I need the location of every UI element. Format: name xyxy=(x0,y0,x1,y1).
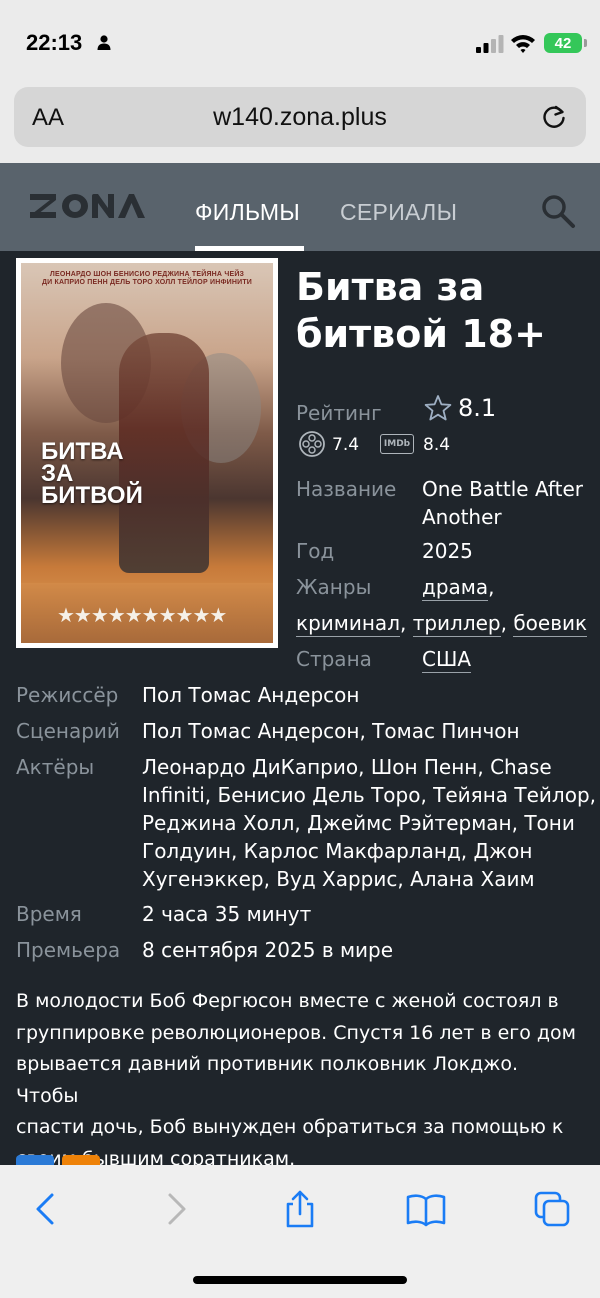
kinopoisk-film-reel-icon xyxy=(299,431,325,457)
writer-value: Пол Томас Андерсон, Томас Пинчон xyxy=(142,719,520,743)
genres-label: Жанры xyxy=(296,575,372,599)
site-header: ФИЛЬМЫ СЕРИАЛЫ xyxy=(0,163,600,251)
original-title-line-1: One Battle After xyxy=(422,477,583,501)
tabs-icon[interactable] xyxy=(532,1189,572,1229)
browser-chrome-top: 22:13 42 AA w140.zona.plus xyxy=(0,0,600,163)
browser-toolbar xyxy=(0,1165,600,1298)
home-indicator xyxy=(193,1276,407,1284)
actors-line-3: Реджина Холл, Джеймс Рэйтерман, Тони xyxy=(142,811,575,835)
share-button-vk[interactable] xyxy=(16,1155,54,1165)
reload-icon[interactable] xyxy=(540,103,568,131)
year-label: Год xyxy=(296,539,335,563)
genre-link[interactable]: драма xyxy=(422,575,489,601)
duration-label: Время xyxy=(16,902,82,926)
writer-label: Сценарий xyxy=(16,719,120,743)
movie-poster[interactable]: ЛЕОНАРДО ШОН БЕНИСИО РЕДЖИНА ТЕЙЯНА ЧЕЙЗ… xyxy=(16,258,278,648)
imdb-icon: IMDb xyxy=(380,434,414,454)
address-bar[interactable]: AA w140.zona.plus xyxy=(14,87,586,147)
actors-line-5: Хугенэккер, Вуд Харрис, Алана Хаим xyxy=(142,867,535,891)
movie-title: Битва за битвой 18+ xyxy=(296,265,546,356)
country-link[interactable]: США xyxy=(422,647,472,673)
nav-tab-films[interactable]: ФИЛЬМЫ xyxy=(195,199,300,226)
movie-description: В молодости Боб Фергюсон вместе с женой … xyxy=(16,986,576,1175)
battery-indicator: 42 xyxy=(544,33,587,53)
genre-link[interactable]: криминал xyxy=(296,611,400,637)
bookmarks-icon[interactable] xyxy=(406,1189,446,1229)
cellular-signal-icon xyxy=(476,35,504,53)
rating-label: Рейтинг xyxy=(296,401,382,425)
genre-link[interactable]: боевик xyxy=(513,611,588,637)
poster-credits-line-2: ДИ КАПРИО ПЕНН ДЕЛЬ ТОРО ХОЛЛ ТЕЙЛОР ИНФ… xyxy=(41,279,253,286)
poster-credits-line-1: ЛЕОНАРДО ШОН БЕНИСИО РЕДЖИНА ТЕЙЯНА ЧЕЙЗ xyxy=(49,271,245,278)
back-icon[interactable] xyxy=(26,1189,66,1229)
description-line: спасти дочь, Боб вынужден обратиться за … xyxy=(16,1116,564,1138)
actors-line-1: Леонардо ДиКаприо, Шон Пенн, Chase xyxy=(142,755,552,779)
original-title-label: Название xyxy=(296,477,397,501)
rating-value: 8.1 xyxy=(458,394,497,422)
original-title-line-2: Another xyxy=(422,505,502,529)
actors-line-4: Голдуин, Карлос Макфарланд, Джон xyxy=(142,839,533,863)
forward-icon[interactable] xyxy=(156,1189,196,1229)
genre-link[interactable]: триллер xyxy=(412,611,501,637)
nav-tab-series[interactable]: СЕРИАЛЫ xyxy=(340,199,457,226)
status-time: 22:13 xyxy=(26,30,83,55)
director-label: Режиссёр xyxy=(16,683,119,707)
person-icon xyxy=(97,35,111,50)
genres-row-1: драма, xyxy=(422,575,495,601)
duration-value: 2 часа 35 минут xyxy=(142,902,312,926)
country-label: Страна xyxy=(296,647,372,671)
poster-credits: ЛЕОНАРДО ШОН БЕНИСИО РЕДЖИНА ТЕЙЯНА ЧЕЙЗ… xyxy=(21,271,273,287)
description-line: врывается давний противник полковник Лок… xyxy=(16,1053,518,1107)
premiere-value: 8 сентября 2025 в мире xyxy=(142,938,394,962)
star-icon[interactable] xyxy=(424,394,452,422)
country-value: США xyxy=(422,647,472,673)
kinopoisk-rating: 7.4 xyxy=(332,435,360,455)
description-line: В молодости Боб Фергюсон вместе с женой … xyxy=(16,990,559,1012)
premiere-label: Премьера xyxy=(16,938,121,962)
year-value: 2025 xyxy=(422,539,473,563)
poster-image: ЛЕОНАРДО ШОН БЕНИСИО РЕДЖИНА ТЕЙЯНА ЧЕЙЗ… xyxy=(21,263,273,643)
poster-title: БИТВА ЗА БИТВОЙ xyxy=(41,438,143,509)
share-button-ok[interactable] xyxy=(62,1155,100,1165)
poster-stars: ★★★★★★★★★★ xyxy=(57,603,227,627)
actors-label: Актёры xyxy=(16,755,95,779)
director-value: Пол Томас Андерсон xyxy=(142,683,360,707)
genres-row-2: криминал, триллер, боевик xyxy=(296,611,588,637)
active-tab-indicator xyxy=(195,246,304,251)
wifi-icon xyxy=(511,35,535,53)
zona-logo[interactable] xyxy=(28,190,146,222)
share-icon[interactable] xyxy=(280,1189,320,1229)
search-icon[interactable] xyxy=(540,193,576,229)
actors-line-2: Infiniti, Бенисио Дель Торо, Тейяна Тейл… xyxy=(142,783,596,807)
description-line: группировке революционеров. Спустя 16 ле… xyxy=(16,1021,576,1044)
imdb-rating: 8.4 xyxy=(423,435,451,455)
url-text[interactable]: w140.zona.plus xyxy=(14,103,586,132)
